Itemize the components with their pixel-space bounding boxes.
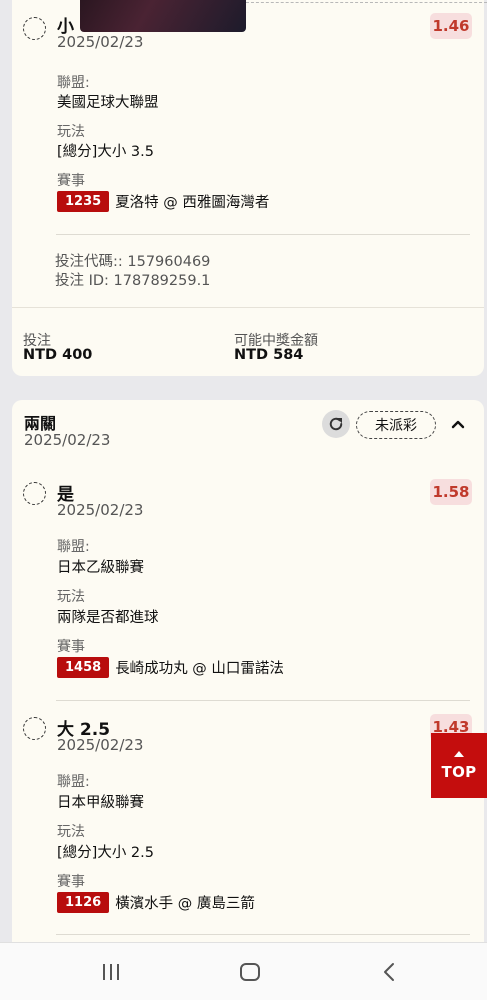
event-row: 1458 長崎成功丸 @ 山口雷諾法: [57, 657, 284, 678]
market-label: 玩法: [57, 824, 85, 840]
recent-apps-button[interactable]: [91, 957, 131, 987]
bet-card: 小 2025/02/23 1.46 聯盟: 美國足球大聯盟 玩法 [總分]大小 …: [12, 0, 484, 376]
event-code-badge: 1458: [57, 657, 110, 678]
league-label: 聯盟:: [57, 774, 90, 790]
system-nav-bar: [0, 942, 487, 1000]
event-label: 賽事: [57, 874, 85, 890]
divider: [56, 934, 470, 935]
back-button[interactable]: [369, 957, 409, 987]
scroll-to-top-button[interactable]: TOP: [431, 733, 487, 798]
event-code-badge: 1235: [57, 191, 110, 212]
stake-value: NTD 400: [23, 347, 93, 363]
recent-apps-icon: [103, 964, 119, 980]
collapse-button[interactable]: [448, 414, 468, 434]
leg-status-radio[interactable]: [23, 482, 46, 505]
screen: 小 2025/02/23 1.46 聯盟: 美國足球大聯盟 玩法 [總分]大小 …: [0, 0, 487, 1000]
bet-code: 投注代碼:: 157960469: [55, 254, 211, 270]
event-row: 1126 橫濱水手 @ 廣島三箭: [57, 892, 255, 913]
refresh-button[interactable]: [322, 410, 350, 438]
video-thumbnail[interactable]: [80, 0, 246, 32]
market-label: 玩法: [57, 124, 85, 140]
market-value: 兩隊是否都進球: [57, 610, 159, 626]
market-label: 玩法: [57, 589, 85, 605]
leg-status-radio[interactable]: [23, 17, 46, 40]
bet-id: 投注 ID: 178789259.1: [55, 273, 211, 289]
event-name: 長崎成功丸 @ 山口雷諾法: [115, 661, 284, 677]
league-value: 美國足球大聯盟: [57, 95, 159, 111]
status-badge: 未派彩: [356, 411, 436, 439]
divider: [12, 307, 484, 308]
bet-date: 2025/02/23: [24, 431, 111, 449]
home-button[interactable]: [230, 957, 270, 987]
top-dotted-line: [246, 2, 487, 3]
event-label: 賽事: [57, 173, 85, 189]
leg-status-radio[interactable]: [23, 717, 46, 740]
league-label: 聯盟:: [57, 539, 90, 555]
leg-date: 2025/02/23: [57, 501, 144, 519]
league-value: 日本乙級聯賽: [57, 560, 144, 576]
market-value: [總分]大小 2.5: [57, 845, 154, 861]
event-name: 夏洛特 @ 西雅圖海灣者: [115, 195, 270, 211]
bet-card: 兩關 2025/02/23 未派彩 是 2025/02/23 1.58 聯盟: …: [12, 400, 484, 960]
divider: [56, 234, 470, 235]
leg-date: 2025/02/23: [57, 736, 144, 754]
odds-badge: 1.46: [430, 13, 472, 39]
back-icon: [384, 963, 394, 981]
top-button-label: TOP: [441, 762, 477, 781]
league-label: 聯盟:: [57, 75, 90, 91]
odds-badge: 1.58: [430, 479, 472, 505]
chevron-up-icon: [451, 420, 465, 429]
leg-date: 2025/02/23: [57, 33, 144, 51]
payout-value: NTD 584: [234, 347, 304, 363]
divider: [56, 700, 470, 701]
refresh-icon: [329, 417, 343, 431]
event-row: 1235 夏洛特 @ 西雅圖海灣者: [57, 191, 269, 212]
league-value: 日本甲級聯賽: [57, 795, 144, 811]
home-icon: [240, 963, 260, 981]
event-code-badge: 1126: [57, 892, 110, 913]
event-label: 賽事: [57, 639, 85, 655]
event-name: 橫濱水手 @ 廣島三箭: [115, 896, 255, 912]
market-value: [總分]大小 3.5: [57, 144, 154, 160]
arrow-up-icon: [454, 750, 464, 757]
